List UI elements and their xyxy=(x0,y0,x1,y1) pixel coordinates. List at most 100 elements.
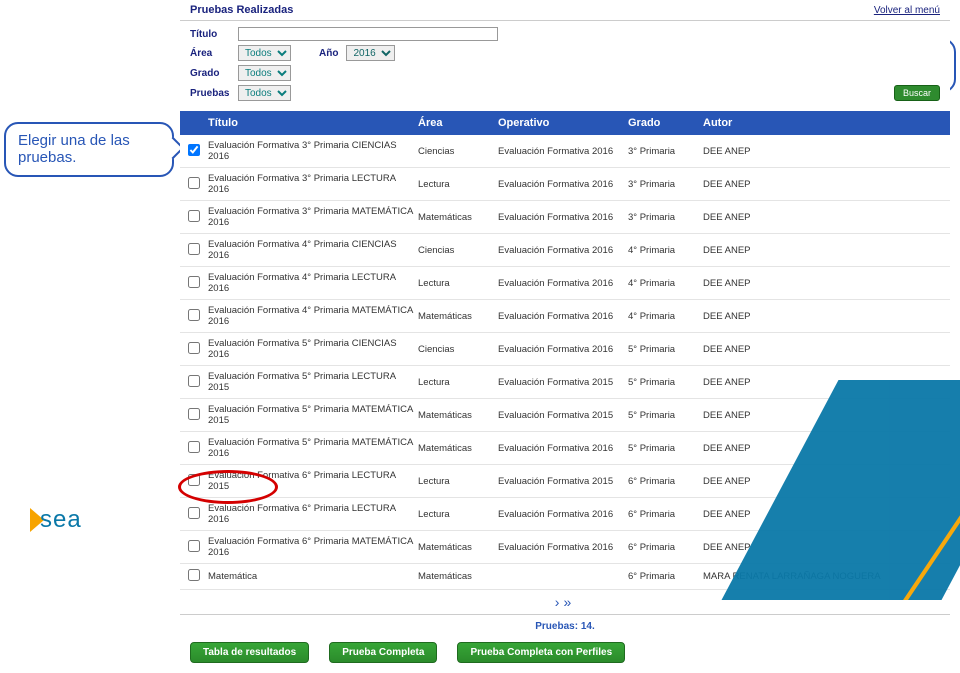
cell-operativo: Evaluación Formativa 2015 xyxy=(498,410,628,421)
cell-titulo: Evaluación Formativa 3° Primaria MATEMÁT… xyxy=(208,206,418,228)
cell-area: Lectura xyxy=(418,476,498,487)
pager-next-icon[interactable]: › xyxy=(555,594,564,610)
buscar-button[interactable]: Buscar xyxy=(894,85,940,101)
cell-area: Matemáticas xyxy=(418,571,498,582)
cell-area: Matemáticas xyxy=(418,443,498,454)
cell-titulo: Evaluación Formativa 4° Primaria CIENCIA… xyxy=(208,239,418,261)
cell-titulo: Evaluación Formativa 5° Primaria MATEMÁT… xyxy=(208,404,418,426)
cell-area: Matemáticas xyxy=(418,212,498,223)
th-operativo[interactable]: Operativo xyxy=(498,117,628,129)
select-area[interactable]: Todos xyxy=(238,45,291,61)
logo: sea xyxy=(0,500,960,540)
cell-autor: DEE ANEP xyxy=(703,344,942,355)
label-grado: Grado xyxy=(190,68,230,79)
cell-area: Lectura xyxy=(418,179,498,190)
back-link[interactable]: Volver al menú xyxy=(874,5,940,16)
select-pruebas[interactable]: Todos xyxy=(238,85,291,101)
row-checkbox[interactable] xyxy=(188,375,200,387)
cell-titulo: Evaluación Formativa 3° Primaria LECTURA… xyxy=(208,173,418,195)
cell-grado: 3° Primaria xyxy=(628,146,703,157)
row-checkbox[interactable] xyxy=(188,276,200,288)
cell-operativo: Evaluación Formativa 2015 xyxy=(498,377,628,388)
cell-autor: DEE ANEP xyxy=(703,212,942,223)
th-grado[interactable]: Grado xyxy=(628,117,703,129)
cell-operativo: Evaluación Formativa 2016 xyxy=(498,443,628,454)
prueba-completa-perfiles-button[interactable]: Prueba Completa con Perfiles xyxy=(457,642,625,663)
cell-autor: DEE ANEP xyxy=(703,179,942,190)
count-label: Pruebas: 14. xyxy=(180,615,950,638)
input-titulo[interactable] xyxy=(238,27,498,41)
filters: Título Área Todos Año 2016 Grado Todos P… xyxy=(180,21,950,111)
cell-grado: 4° Primaria xyxy=(628,311,703,322)
row-checkbox[interactable] xyxy=(188,569,200,581)
row-checkbox[interactable] xyxy=(188,540,200,552)
cell-grado: 3° Primaria xyxy=(628,212,703,223)
row-checkbox[interactable] xyxy=(188,243,200,255)
cell-titulo: Evaluación Formativa 4° Primaria LECTURA… xyxy=(208,272,418,294)
cell-grado: 3° Primaria xyxy=(628,179,703,190)
cell-operativo: Evaluación Formativa 2015 xyxy=(498,476,628,487)
cell-titulo: Evaluación Formativa 5° Primaria LECTURA… xyxy=(208,371,418,393)
cell-area: Matemáticas xyxy=(418,410,498,421)
row-checkbox[interactable] xyxy=(188,408,200,420)
table-row: Evaluación Formativa 4° Primaria MATEMÁT… xyxy=(180,300,950,333)
label-titulo: Título xyxy=(190,29,230,40)
cell-area: Lectura xyxy=(418,278,498,289)
cell-titulo: Evaluación Formativa 6° Primaria LECTURA… xyxy=(208,470,418,492)
cell-titulo: Evaluación Formativa 5° Primaria MATEMÁT… xyxy=(208,437,418,459)
table-row: Evaluación Formativa 3° Primaria MATEMÁT… xyxy=(180,201,950,234)
cell-operativo: Evaluación Formativa 2016 xyxy=(498,542,628,553)
select-grado[interactable]: Todos xyxy=(238,65,291,81)
cell-autor: DEE ANEP xyxy=(703,146,942,157)
cell-grado: 4° Primaria xyxy=(628,278,703,289)
label-pruebas: Pruebas xyxy=(190,88,230,99)
th-area[interactable]: Área xyxy=(418,117,498,129)
cell-titulo: Evaluación Formativa 5° Primaria CIENCIA… xyxy=(208,338,418,360)
cell-grado: 5° Primaria xyxy=(628,410,703,421)
cell-area: Ciencias xyxy=(418,245,498,256)
logo-text: sea xyxy=(40,506,82,534)
cell-grado: 6° Primaria xyxy=(628,476,703,487)
cell-operativo: Evaluación Formativa 2016 xyxy=(498,344,628,355)
cell-grado: 4° Primaria xyxy=(628,245,703,256)
cell-area: Matemáticas xyxy=(418,311,498,322)
row-checkbox[interactable] xyxy=(188,474,200,486)
row-checkbox[interactable] xyxy=(188,309,200,321)
row-checkbox[interactable] xyxy=(188,342,200,354)
pager-last-icon[interactable]: » xyxy=(563,594,575,610)
cell-grado: 6° Primaria xyxy=(628,571,703,582)
cell-grado: 5° Primaria xyxy=(628,443,703,454)
cell-autor: DEE ANEP xyxy=(703,245,942,256)
tabla-resultados-button[interactable]: Tabla de resultados xyxy=(190,642,309,663)
table-row: Evaluación Formativa 4° Primaria CIENCIA… xyxy=(180,234,950,267)
cell-grado: 5° Primaria xyxy=(628,377,703,388)
cell-area: Matemáticas xyxy=(418,542,498,553)
table-row: Evaluación Formativa 5° Primaria CIENCIA… xyxy=(180,333,950,366)
table-row: Evaluación Formativa 3° Primaria LECTURA… xyxy=(180,168,950,201)
cell-operativo: Evaluación Formativa 2016 xyxy=(498,179,628,190)
cell-titulo: Evaluación Formativa 3° Primaria CIENCIA… xyxy=(208,140,418,162)
cell-autor: DEE ANEP xyxy=(703,278,942,289)
cell-operativo: Evaluación Formativa 2016 xyxy=(498,311,628,322)
cell-operativo: Evaluación Formativa 2016 xyxy=(498,212,628,223)
row-checkbox[interactable] xyxy=(188,210,200,222)
label-anio: Año xyxy=(319,48,338,59)
label-area: Área xyxy=(190,48,230,59)
row-checkbox[interactable] xyxy=(188,144,200,156)
table-row: Evaluación Formativa 4° Primaria LECTURA… xyxy=(180,267,950,300)
cell-grado: 5° Primaria xyxy=(628,344,703,355)
prueba-completa-button[interactable]: Prueba Completa xyxy=(329,642,437,663)
row-checkbox[interactable] xyxy=(188,177,200,189)
select-anio[interactable]: 2016 xyxy=(346,45,395,61)
th-titulo[interactable]: Título xyxy=(208,117,418,129)
th-autor[interactable]: Autor xyxy=(703,117,942,129)
callout-elegir: Elegir una de las pruebas. xyxy=(4,122,174,177)
cell-grado: 6° Primaria xyxy=(628,542,703,553)
cell-titulo: Matemática xyxy=(208,571,418,582)
cell-area: Lectura xyxy=(418,377,498,388)
cell-area: Ciencias xyxy=(418,146,498,157)
cell-operativo: Evaluación Formativa 2016 xyxy=(498,278,628,289)
page-title: Pruebas Realizadas xyxy=(190,4,293,16)
row-checkbox[interactable] xyxy=(188,441,200,453)
cell-area: Ciencias xyxy=(418,344,498,355)
